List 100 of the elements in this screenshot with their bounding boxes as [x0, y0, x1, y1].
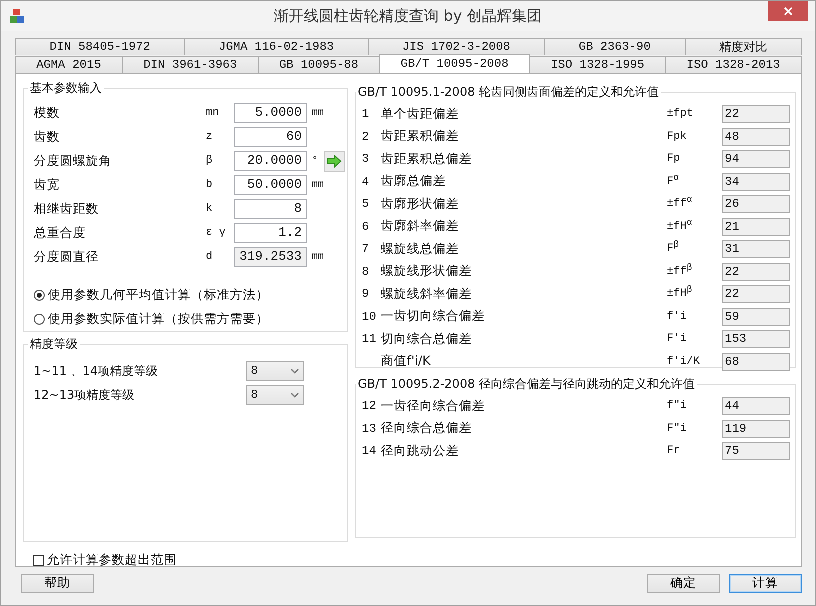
deviation-symbol: f"i	[667, 400, 688, 412]
value-field: 59	[722, 308, 790, 326]
value-field: 21	[722, 218, 790, 236]
item-number: 12	[362, 399, 378, 414]
deviation-name: 单个齿距偏差	[381, 106, 460, 123]
deviation-symbol: f'i	[667, 310, 688, 323]
deviation-symbol: Fpk	[667, 130, 688, 143]
deviation-name: 一齿径向综合偏差	[381, 398, 486, 415]
input-field[interactable]: 60	[234, 127, 307, 147]
tab[interactable]: GB 2363-90	[544, 38, 686, 55]
unit-label: mm	[312, 108, 324, 118]
checkbox[interactable]	[33, 555, 44, 566]
item-number: 1	[362, 107, 370, 122]
value-field: 75	[722, 442, 790, 460]
checkbox-label[interactable]: 允许计算参数超出范围	[47, 552, 177, 569]
dialog-button[interactable]: 计算	[729, 574, 802, 593]
param-symbol: d	[206, 251, 214, 263]
apply-button[interactable]	[324, 150, 346, 172]
close-button[interactable]	[768, 1, 808, 21]
input-field[interactable]: 20.0000	[234, 151, 307, 171]
radio-button[interactable]	[34, 314, 45, 324]
deviation-symbol: Fp	[667, 153, 682, 166]
tab[interactable]: 精度对比	[684, 38, 802, 55]
tab[interactable]: ISO 1328-1995	[529, 56, 666, 73]
deviation-name: 齿距累积总偏差	[381, 150, 473, 168]
param-symbol: k	[206, 203, 214, 215]
unit-label: mm	[312, 180, 324, 190]
item-number: 5	[362, 197, 370, 212]
tab[interactable]: JIS 1702-3-2008	[368, 38, 546, 55]
value-field: 44	[722, 397, 790, 416]
tab[interactable]: GB/T 10095-2008	[379, 54, 530, 73]
radio-label[interactable]: 使用参数几何平均值计算（标准方法）	[48, 286, 269, 304]
value-field: 153	[722, 330, 790, 348]
param-label: 齿宽	[34, 176, 61, 194]
value-field: 68	[722, 352, 790, 371]
item-number: 2	[362, 130, 370, 144]
window-title: 渐开线圆柱齿轮精度查询 by 创晶辉集团	[274, 6, 542, 26]
tab[interactable]: AGMA 2015	[15, 56, 123, 73]
param-label: 齿数	[34, 128, 61, 146]
tab[interactable]: GB 10095-88	[258, 56, 380, 73]
deviation-name: 齿距累积偏差	[381, 128, 460, 146]
param-label: 相继齿距数	[34, 200, 100, 218]
deviation-name: 径向综合总偏差	[381, 420, 473, 438]
item-number: 14	[362, 444, 378, 458]
deviation-name: 齿廓形状偏差	[381, 196, 460, 213]
input-field[interactable]: 5.0000	[234, 103, 307, 123]
deviation-symbol: F$^{α}$	[667, 176, 680, 188]
dialog-button[interactable]: 确定	[647, 574, 720, 593]
param-label: 模数	[34, 104, 61, 122]
input-field[interactable]: 1.2	[234, 223, 307, 243]
value-field: 26	[722, 195, 790, 214]
value-field: 34	[722, 172, 790, 191]
deviation-name: 一齿切向综合偏差	[381, 308, 486, 326]
deviation-symbol: ±ff$^{α}$	[667, 198, 694, 210]
input-field[interactable]: 50.0000	[234, 175, 307, 195]
value-field: 31	[722, 240, 790, 258]
deviation-name: 螺旋线形状偏差	[381, 263, 473, 280]
deviation-symbol: F'i	[667, 333, 688, 346]
value-field: 22	[722, 105, 790, 124]
tab[interactable]: DIN 58405-1972	[15, 38, 186, 55]
item-number: 3	[362, 152, 370, 166]
close-icon	[784, 6, 792, 16]
value-field: 22	[722, 262, 790, 281]
item-number: 7	[362, 242, 370, 256]
item-number: 6	[362, 220, 370, 234]
value-field: 94	[722, 150, 790, 168]
group-title: 精度等级	[29, 336, 79, 353]
unit-label: °	[312, 156, 318, 166]
right-arrow-icon	[327, 154, 342, 168]
deviation-symbol: F"i	[667, 422, 688, 435]
cubes-icon	[9, 8, 25, 24]
deviation-name: 螺旋线斜率偏差	[381, 286, 473, 303]
deviation-symbol: ±ff$^{β}$	[667, 266, 694, 278]
item-number: 8	[362, 264, 370, 279]
deviation-symbol: Fr	[667, 445, 682, 458]
param-label: 总重合度	[34, 224, 87, 242]
tab[interactable]: ISO 1328-2013	[665, 56, 802, 73]
input-field[interactable]: 8	[234, 199, 307, 219]
param-symbol: z	[206, 131, 214, 143]
item-number: 4	[362, 174, 370, 189]
item-number: 13	[362, 422, 378, 436]
param-symbol: ε γ	[206, 227, 227, 239]
radio-button[interactable]	[34, 290, 45, 300]
item-number: 9	[362, 287, 370, 302]
dialog-button[interactable]: 帮助	[21, 574, 94, 593]
deviation-symbol: ±fH$^{α}$	[667, 220, 694, 233]
input-field: 319.2533	[234, 247, 307, 267]
tab[interactable]: DIN 3961-3963	[122, 56, 259, 73]
deviation-symbol: f'i/K	[667, 356, 702, 368]
radio-label[interactable]: 使用参数实际值计算（按供需方需要）	[48, 310, 269, 328]
group-title: 基本参数输入	[29, 80, 103, 97]
grade-dropdown[interactable]: 8	[246, 361, 304, 381]
item-number: 10	[362, 310, 378, 324]
unit-label: mm	[312, 252, 324, 262]
deviation-symbol: ±fH$^{β}$	[667, 288, 694, 300]
grade-dropdown[interactable]: 8	[246, 385, 304, 405]
tab[interactable]: JGMA 116-02-1983	[184, 38, 369, 55]
deviation-name: 径向跳动公差	[381, 442, 460, 460]
param-label: 分度圆螺旋角	[34, 152, 113, 170]
grade-label: 1~11 、14项精度等级	[34, 362, 160, 380]
